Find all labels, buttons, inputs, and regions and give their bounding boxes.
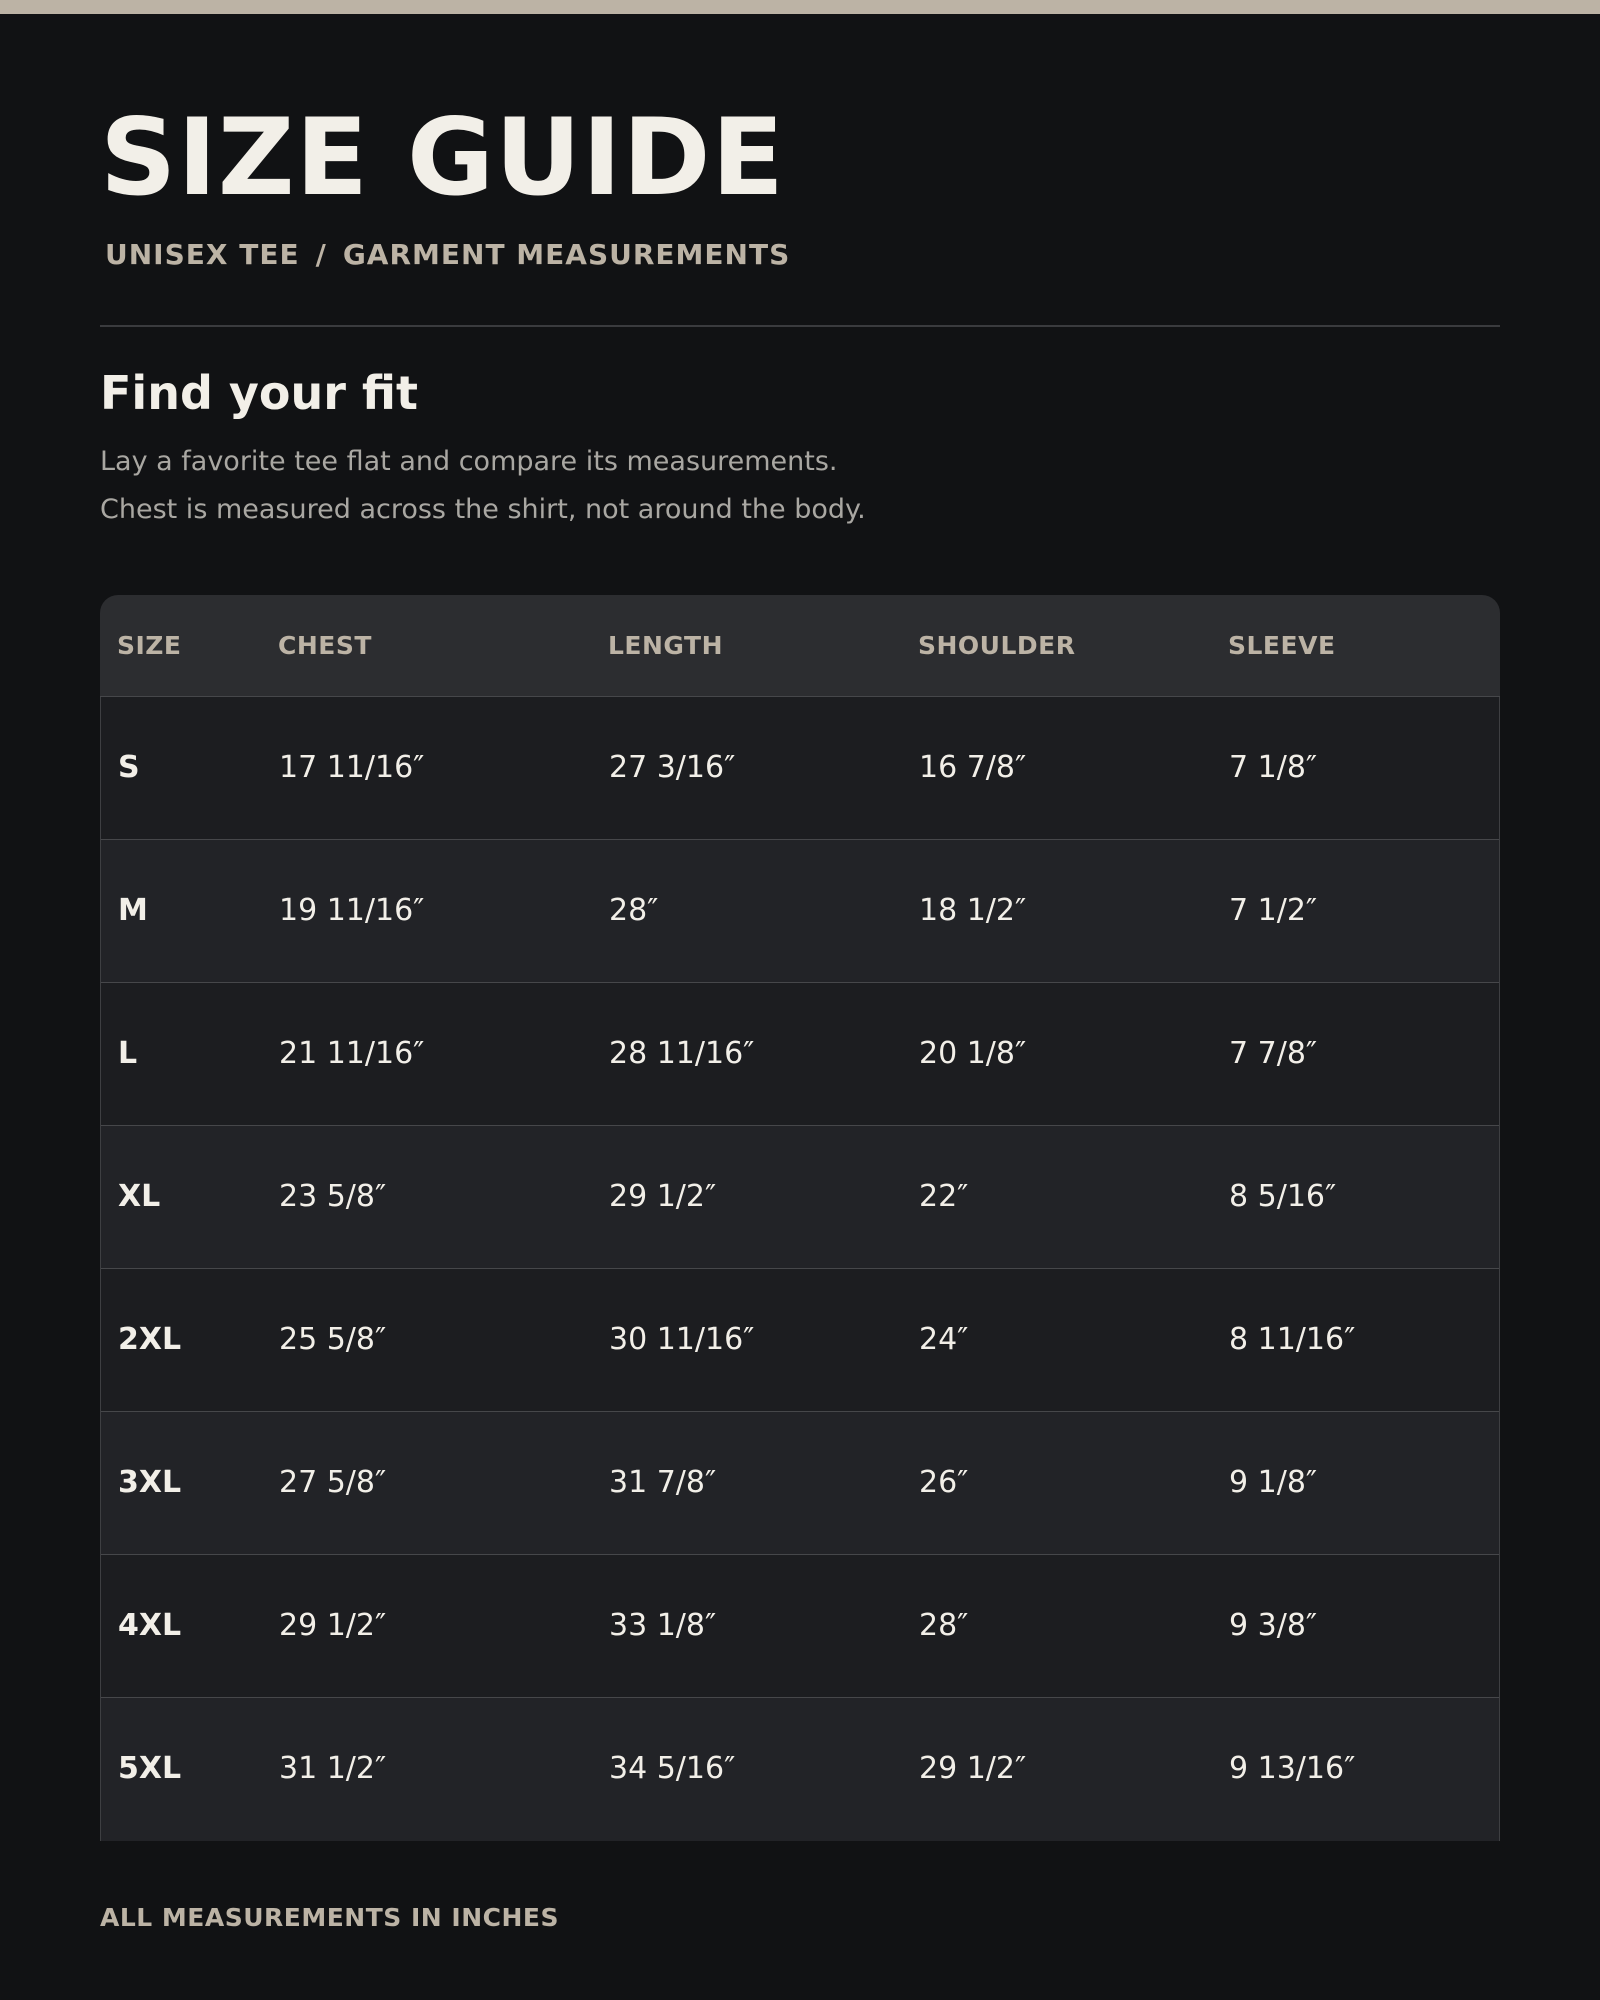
cell-length: 33 1/8″ <box>609 1608 717 1643</box>
cell-sleeve: 7 7/8″ <box>1229 1036 1318 1071</box>
cell-size: 5XL <box>118 1751 182 1786</box>
cell-sleeve: 9 3/8″ <box>1229 1608 1318 1643</box>
table-row: 3XL 27 5/8″ 31 7/8″ 26″ 9 1/8″ <box>101 1412 1499 1555</box>
cell-sleeve: 7 1/2″ <box>1229 893 1318 928</box>
cell-shoulder: 20 1/8″ <box>919 1036 1027 1071</box>
cell-shoulder: 28″ <box>919 1608 969 1643</box>
table-row: L 21 11/16″ 28 11/16″ 20 1/8″ 7 7/8″ <box>101 983 1499 1126</box>
table-header-row: SIZE CHEST LENGTH SHOULDER SLEEVE <box>100 595 1500 697</box>
intro-line-1: Lay a favorite tee flat and compare its … <box>100 446 838 477</box>
subtitle-product: UNISEX TEE <box>105 238 300 271</box>
cell-size: M <box>118 893 148 928</box>
cell-length: 29 1/2″ <box>609 1179 717 1214</box>
subtitle-section: GARMENT MEASUREMENTS <box>342 238 791 271</box>
cell-size: 4XL <box>118 1608 182 1643</box>
page-subtitle: UNISEX TEE / GARMENT MEASUREMENTS <box>105 238 790 272</box>
cell-shoulder: 24″ <box>919 1322 969 1357</box>
cell-length: 27 3/16″ <box>609 750 736 785</box>
cell-size: 3XL <box>118 1465 182 1500</box>
table-row: 4XL 29 1/2″ 33 1/8″ 28″ 9 3/8″ <box>101 1555 1499 1698</box>
cell-size: 2XL <box>118 1322 182 1357</box>
cell-chest: 29 1/2″ <box>279 1608 387 1643</box>
header-divider <box>100 325 1500 327</box>
cell-sleeve: 7 1/8″ <box>1229 750 1318 785</box>
cell-sleeve: 8 5/16″ <box>1229 1179 1337 1214</box>
table-row: 2XL 25 5/8″ 30 11/16″ 24″ 8 11/16″ <box>101 1269 1499 1412</box>
table-row: S 17 11/16″ 27 3/16″ 16 7/8″ 7 1/8″ <box>101 697 1499 840</box>
cell-shoulder: 16 7/8″ <box>919 750 1027 785</box>
cell-chest: 23 5/8″ <box>279 1179 387 1214</box>
intro-text: Lay a favorite tee flat and compare its … <box>100 438 866 534</box>
column-header-shoulder: SHOULDER <box>918 631 1076 660</box>
cell-shoulder: 22″ <box>919 1179 969 1214</box>
cell-length: 34 5/16″ <box>609 1751 736 1786</box>
units-note: ALL MEASUREMENTS IN INCHES <box>100 1903 559 1932</box>
cell-length: 30 11/16″ <box>609 1322 755 1357</box>
table-row: M 19 11/16″ 28″ 18 1/2″ 7 1/2″ <box>101 840 1499 983</box>
cell-chest: 27 5/8″ <box>279 1465 387 1500</box>
table-row: XL 23 5/8″ 29 1/2″ 22″ 8 5/16″ <box>101 1126 1499 1269</box>
column-header-length: LENGTH <box>608 631 723 660</box>
cell-shoulder: 29 1/2″ <box>919 1751 1027 1786</box>
top-accent-bar <box>0 0 1600 14</box>
cell-sleeve: 9 1/8″ <box>1229 1465 1318 1500</box>
table-body: S 17 11/16″ 27 3/16″ 16 7/8″ 7 1/8″ M 19… <box>100 697 1500 1841</box>
cell-size: L <box>118 1036 138 1071</box>
table-row: 5XL 31 1/2″ 34 5/16″ 29 1/2″ 9 13/16″ <box>101 1698 1499 1841</box>
cell-sleeve: 8 11/16″ <box>1229 1322 1356 1357</box>
column-header-chest: CHEST <box>278 631 372 660</box>
column-header-size: SIZE <box>117 631 182 660</box>
cell-chest: 25 5/8″ <box>279 1322 387 1357</box>
cell-sleeve: 9 13/16″ <box>1229 1751 1356 1786</box>
column-header-sleeve: SLEEVE <box>1228 631 1336 660</box>
section-heading: Find your fit <box>100 366 419 420</box>
cell-chest: 19 11/16″ <box>279 893 425 928</box>
subtitle-separator: / <box>315 238 327 271</box>
cell-length: 28 11/16″ <box>609 1036 755 1071</box>
size-table: SIZE CHEST LENGTH SHOULDER SLEEVE S 17 1… <box>100 595 1500 1841</box>
intro-line-2: Chest is measured across the shirt, not … <box>100 494 866 525</box>
page-title: SIZE GUIDE <box>100 96 785 219</box>
cell-length: 28″ <box>609 893 659 928</box>
cell-chest: 17 11/16″ <box>279 750 425 785</box>
cell-chest: 31 1/2″ <box>279 1751 387 1786</box>
cell-size: XL <box>118 1179 161 1214</box>
cell-chest: 21 11/16″ <box>279 1036 425 1071</box>
cell-shoulder: 18 1/2″ <box>919 893 1027 928</box>
cell-length: 31 7/8″ <box>609 1465 717 1500</box>
cell-shoulder: 26″ <box>919 1465 969 1500</box>
cell-size: S <box>118 750 140 785</box>
